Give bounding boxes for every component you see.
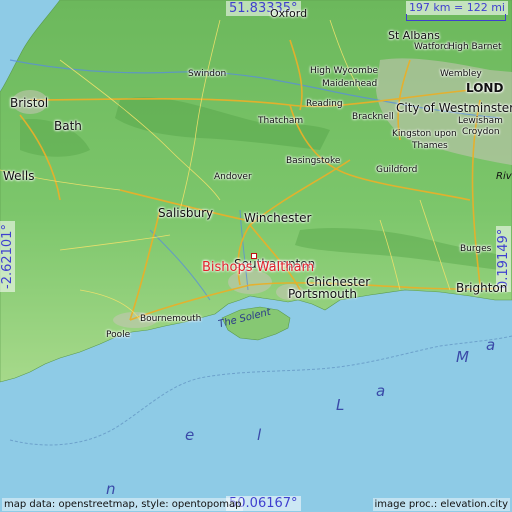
place-thatcham: Thatcham	[258, 116, 304, 126]
place-bristol: Bristol	[10, 96, 49, 110]
place-thames: Thames	[412, 141, 448, 151]
place-croydon: Croydon	[462, 127, 500, 137]
topographic-map[interactable]: 51.83335° 50.06167° -2.62101° 0.19149° 1…	[0, 0, 512, 512]
place-burgess: Burges	[460, 244, 492, 254]
place-bath: Bath	[54, 119, 82, 133]
channel-letter-6: M	[456, 348, 469, 366]
place-river: Rive	[496, 171, 512, 182]
place-bournemouth: Bournemouth	[140, 314, 202, 324]
scale-label: 197 km = 122 mi	[405, 1, 508, 15]
channel-letter-1: n	[106, 480, 116, 498]
map-data-credit: map data: openstreetmap, style: opentopo…	[2, 498, 244, 511]
place-bracknell: Bracknell	[352, 112, 394, 122]
image-processing-credit: image proc.: elevation.city	[372, 498, 510, 511]
place-guildford: Guildford	[376, 165, 418, 175]
place-swindon: Swindon	[188, 69, 227, 79]
place-andover: Andover	[214, 172, 252, 182]
channel-letter-7: a	[486, 336, 496, 354]
place-salisbury: Salisbury	[158, 206, 214, 220]
place-wembley: Wembley	[440, 69, 482, 79]
place-high-wycombe: High Wycombe	[310, 66, 379, 76]
target-location-label[interactable]: Bishops Waltham	[202, 260, 314, 275]
place-st-albans: St Albans	[388, 29, 440, 42]
place-oxford: Oxford	[270, 7, 308, 20]
place-westminster: City of Westminster	[396, 101, 512, 115]
west-coordinate: -2.62101°	[0, 221, 15, 292]
channel-letter-4: L	[336, 396, 345, 414]
place-brighton: Brighton	[456, 281, 508, 295]
location-marker[interactable]	[251, 253, 257, 259]
place-reading: Reading	[306, 99, 343, 109]
place-watford: Watford	[414, 42, 450, 52]
place-lewisham: Lewisham	[458, 116, 503, 126]
place-london: LOND	[466, 81, 504, 95]
place-kingston: Kingston upon	[392, 129, 457, 139]
channel-letter-3: l	[257, 426, 262, 444]
place-high-barnet: High Barnet	[448, 42, 502, 52]
place-winchester: Winchester	[244, 211, 312, 225]
place-maidenhead: Maidenhead	[322, 79, 378, 89]
channel-letter-2: e	[185, 426, 195, 444]
place-basingstoke: Basingstoke	[286, 156, 341, 166]
place-wells: Wells	[3, 169, 35, 183]
scale-bar	[406, 14, 506, 21]
place-poole: Poole	[106, 330, 131, 340]
place-portsmouth: Portsmouth	[288, 287, 357, 301]
channel-letter-5: a	[376, 382, 386, 400]
